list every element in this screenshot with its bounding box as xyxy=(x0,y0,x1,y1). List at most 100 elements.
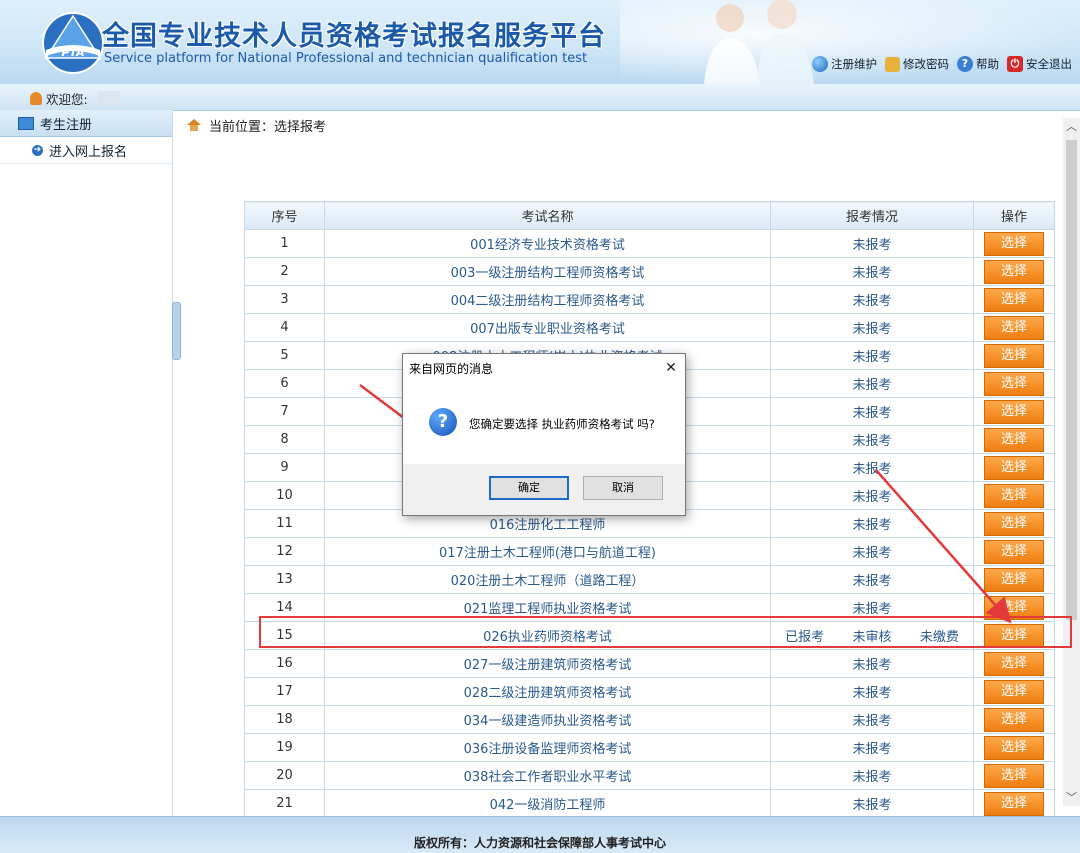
row-action: 选择 xyxy=(973,341,1055,370)
scroll-thumb[interactable] xyxy=(1066,140,1077,620)
select-button[interactable]: 选择 xyxy=(984,511,1044,536)
main-scrollbar[interactable]: ︿ ﹀ xyxy=(1063,118,1080,806)
row-action: 选择 xyxy=(973,481,1055,510)
row-status: 未报考 xyxy=(770,341,974,370)
row-seq: 8 xyxy=(244,425,325,454)
row-seq: 10 xyxy=(244,481,325,510)
row-action: 选择 xyxy=(973,313,1055,342)
row-exam-name[interactable]: 007出版专业职业资格考试 xyxy=(324,313,771,342)
select-button[interactable]: 选择 xyxy=(984,735,1044,760)
row-exam-name[interactable]: 028二级注册建筑师资格考试 xyxy=(324,677,771,706)
row-seq: 20 xyxy=(244,761,325,790)
row-seq: 6 xyxy=(244,369,325,398)
scroll-down-icon[interactable]: ﹀ xyxy=(1063,789,1080,806)
select-button[interactable]: 选择 xyxy=(984,315,1044,340)
row-action: 选择 xyxy=(973,789,1055,818)
row-seq: 9 xyxy=(244,453,325,482)
link-register-maintain[interactable]: 注册维护 xyxy=(812,56,877,72)
row-seq: 7 xyxy=(244,397,325,426)
row-status: 已报考 未审核 未缴费 xyxy=(770,621,974,650)
select-button[interactable]: 选择 xyxy=(984,651,1044,676)
select-button[interactable]: 选择 xyxy=(984,427,1044,452)
select-button[interactable]: 选择 xyxy=(984,623,1044,648)
row-action: 选择 xyxy=(973,285,1055,314)
table-row: 2 003一级注册结构工程师资格考试 未报考 选择 xyxy=(244,257,1055,286)
sidebar-header[interactable]: 考生注册 xyxy=(0,110,172,137)
table-row: 19 036注册设备监理师资格考试 未报考 选择 xyxy=(244,733,1055,762)
row-action: 选择 xyxy=(973,761,1055,790)
select-button[interactable]: 选择 xyxy=(984,539,1044,564)
select-button[interactable]: 选择 xyxy=(984,483,1044,508)
row-exam-name[interactable]: 001经济专业技术资格考试 xyxy=(324,229,771,258)
welcome-bar: 欢迎您: xyxy=(0,84,1080,111)
select-button[interactable]: 选择 xyxy=(984,567,1044,592)
cancel-button[interactable]: 取消 xyxy=(583,476,663,500)
dialog-buttons: 确定 取消 xyxy=(403,464,685,515)
sidebar: 考生注册 ➔ 进入网上报名 xyxy=(0,110,173,816)
table-row: 17 028二级注册建筑师资格考试 未报考 选择 xyxy=(244,677,1055,706)
table-header-row: 序号 考试名称 报考情况 操作 xyxy=(244,201,1055,230)
row-exam-name[interactable]: 017注册土木工程师(港口与航道工程) xyxy=(324,537,771,566)
select-button[interactable]: 选择 xyxy=(984,707,1044,732)
row-action: 选择 xyxy=(973,369,1055,398)
select-button[interactable]: 选择 xyxy=(984,399,1044,424)
row-status: 未报考 xyxy=(770,733,974,762)
row-exam-name[interactable]: 021监理工程师执业资格考试 xyxy=(324,593,771,622)
top-links: 注册维护 修改密码 ? 帮助 ⏻ 安全退出 xyxy=(812,56,1072,72)
row-status: 未报考 xyxy=(770,593,974,622)
row-status: 未报考 xyxy=(770,761,974,790)
dialog-body: ? 您确定要选择 执业药师资格考试 吗? xyxy=(403,382,685,464)
row-exam-name[interactable]: 020注册土木工程师（道路工程） xyxy=(324,565,771,594)
scroll-up-icon[interactable]: ︿ xyxy=(1063,118,1080,135)
row-exam-name[interactable]: 042一级消防工程师 xyxy=(324,789,771,818)
row-seq: 18 xyxy=(244,705,325,734)
select-button[interactable]: 选择 xyxy=(984,287,1044,312)
row-exam-name[interactable]: 036注册设备监理师资格考试 xyxy=(324,733,771,762)
row-seq: 14 xyxy=(244,593,325,622)
select-button[interactable]: 选择 xyxy=(984,595,1044,620)
breadcrumb: 当前位置：选择报考 xyxy=(173,110,1080,140)
sidebar-splitter[interactable] xyxy=(172,302,181,360)
row-exam-name[interactable]: 034一级建造师执业资格考试 xyxy=(324,705,771,734)
row-status: 未报考 xyxy=(770,313,974,342)
exit-icon: ⏻ xyxy=(1007,56,1023,72)
row-exam-name[interactable]: 027一级注册建筑师资格考试 xyxy=(324,649,771,678)
breadcrumb-text: 当前位置：选择报考 xyxy=(209,119,327,135)
row-action: 选择 xyxy=(973,229,1055,258)
row-exam-name[interactable]: 026执业药师资格考试 xyxy=(324,621,771,650)
row-seq: 1 xyxy=(244,229,325,258)
link-change-password[interactable]: 修改密码 xyxy=(885,56,949,72)
help-icon: ? xyxy=(957,56,973,72)
site-subtitle: Service platform for National Profession… xyxy=(104,51,588,66)
sidebar-item-online-registration[interactable]: ➔ 进入网上报名 xyxy=(0,137,172,164)
select-button[interactable]: 选择 xyxy=(984,679,1044,704)
select-button[interactable]: 选择 xyxy=(984,259,1044,284)
table-row: 3 004二级注册结构工程师资格考试 未报考 选择 xyxy=(244,285,1055,314)
table-row: 20 038社会工作者职业水平考试 未报考 选择 xyxy=(244,761,1055,790)
site-title: 全国专业技术人员资格考试报名服务平台 xyxy=(102,21,606,52)
row-exam-name[interactable]: 004二级注册结构工程师资格考试 xyxy=(324,285,771,314)
row-action: 选择 xyxy=(973,425,1055,454)
select-button[interactable]: 选择 xyxy=(984,791,1044,816)
table-row: 21 042一级消防工程师 未报考 选择 xyxy=(244,789,1055,818)
close-icon[interactable]: ✕ xyxy=(661,358,681,378)
row-action: 选择 xyxy=(973,593,1055,622)
select-button[interactable]: 选择 xyxy=(984,231,1044,256)
select-button[interactable]: 选择 xyxy=(984,455,1044,480)
pta-logo: PTA xyxy=(42,12,104,74)
table-row: 18 034一级建造师执业资格考试 未报考 选择 xyxy=(244,705,1055,734)
row-action: 选择 xyxy=(973,257,1055,286)
col-header-action: 操作 xyxy=(973,201,1055,230)
row-exam-name[interactable]: 038社会工作者职业水平考试 xyxy=(324,761,771,790)
row-seq: 3 xyxy=(244,285,325,314)
row-seq: 21 xyxy=(244,789,325,818)
link-help[interactable]: ? 帮助 xyxy=(957,56,999,72)
dialog-message: 您确定要选择 执业药师资格考试 吗? xyxy=(469,417,655,431)
link-logout[interactable]: ⏻ 安全退出 xyxy=(1007,56,1072,72)
select-button[interactable]: 选择 xyxy=(984,371,1044,396)
select-button[interactable]: 选择 xyxy=(984,343,1044,368)
row-exam-name[interactable]: 003一级注册结构工程师资格考试 xyxy=(324,257,771,286)
select-button[interactable]: 选择 xyxy=(984,763,1044,788)
ok-button[interactable]: 确定 xyxy=(489,476,569,500)
dialog-title: 来自网页的消息 xyxy=(403,354,685,382)
